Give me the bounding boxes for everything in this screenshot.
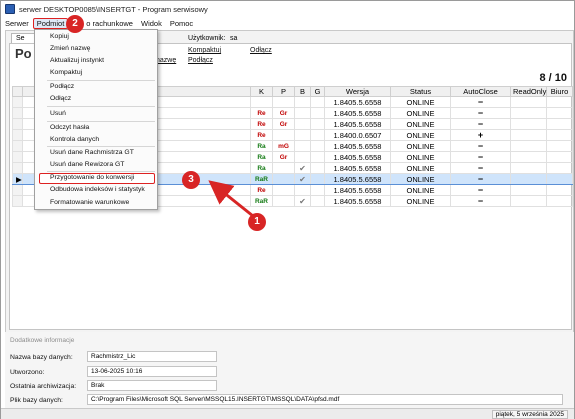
app-window: serwer DESKTOP0085\INSERTGT - Program se…: [0, 0, 575, 419]
annotation-badge-1: 1: [248, 213, 266, 231]
annotation-badge-2: 2: [66, 15, 84, 33]
annotation-arrow: [208, 180, 254, 218]
annotation-badge-3: 3: [182, 171, 200, 189]
